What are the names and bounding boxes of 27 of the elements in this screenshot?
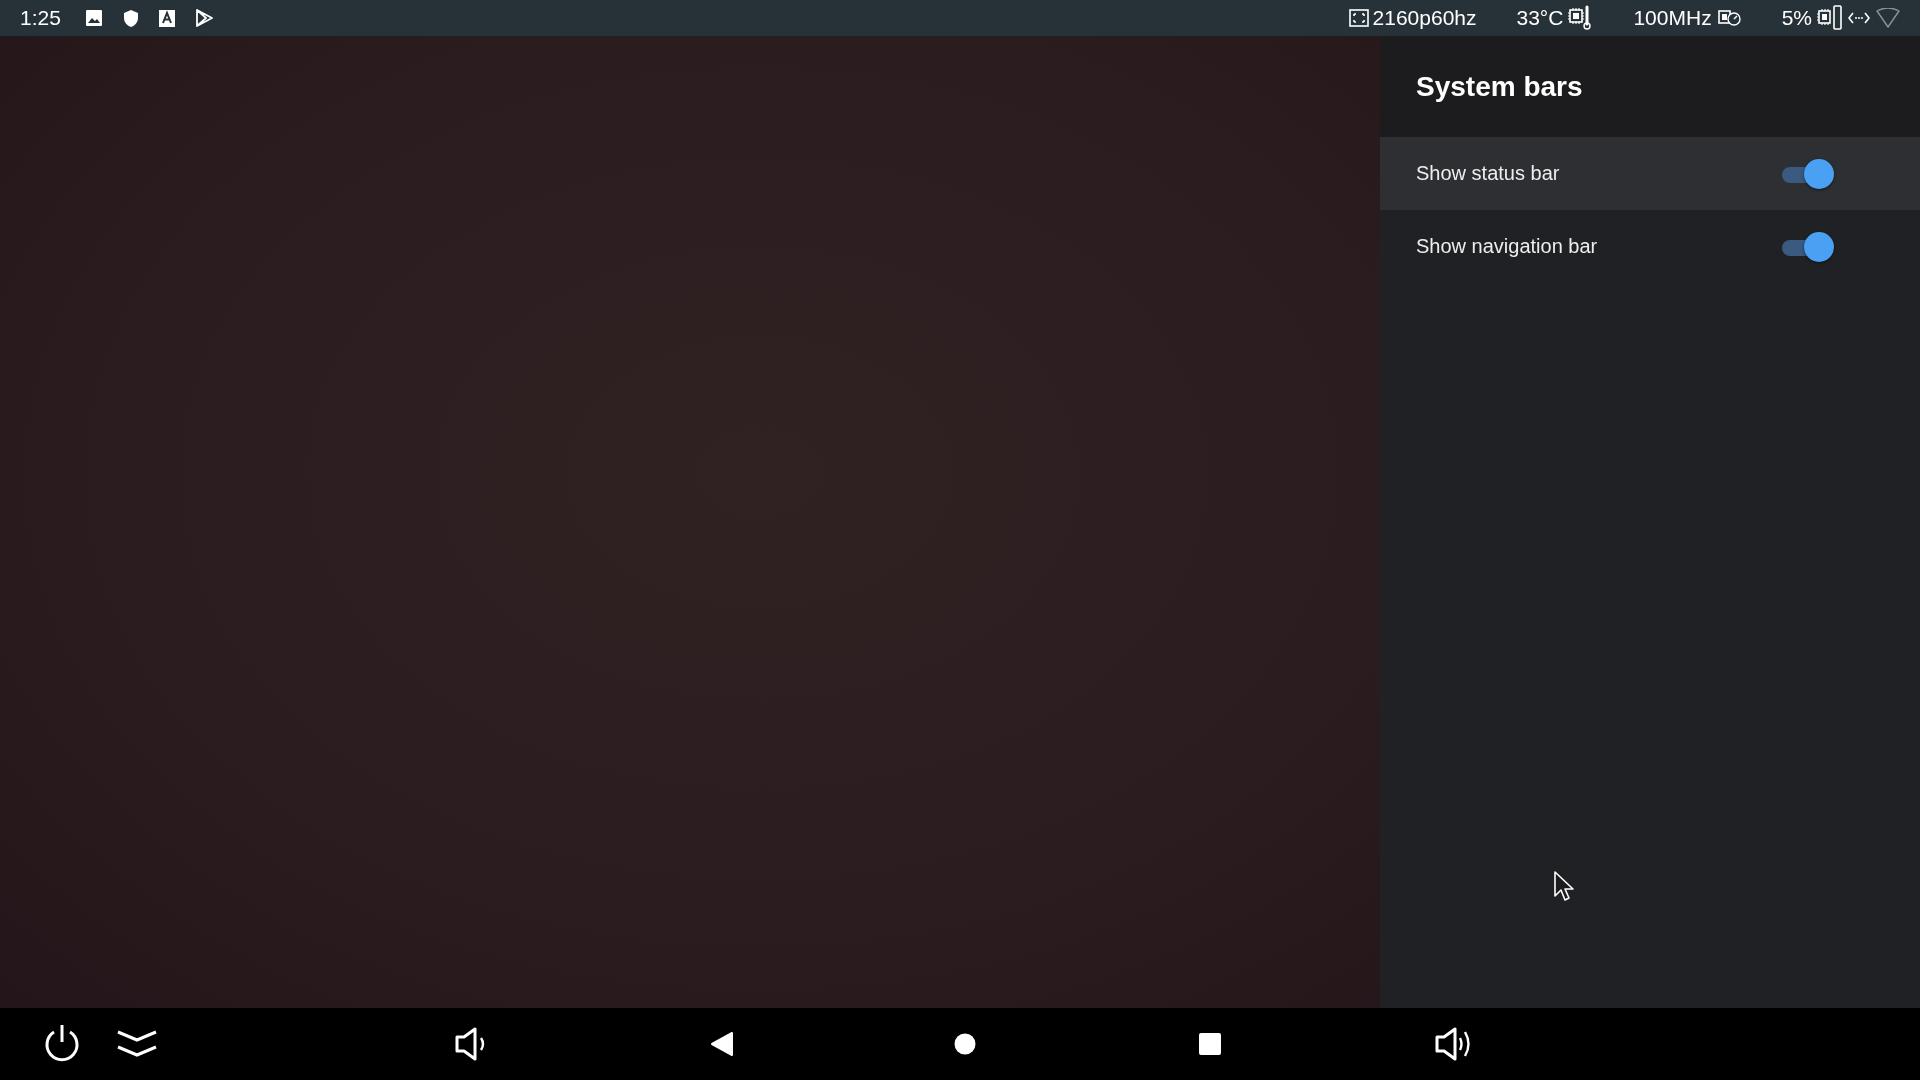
load-reading: 5% — [1781, 6, 1812, 30]
recents-icon[interactable] — [1198, 1032, 1222, 1056]
home-icon[interactable] — [954, 1033, 976, 1055]
setting-row[interactable]: Show status bar — [1380, 137, 1920, 210]
chip-gauge-icon — [1715, 7, 1742, 29]
setting-label: Show status bar — [1416, 162, 1560, 185]
frequency-reading: 100MHz — [1633, 6, 1712, 30]
temperature-reading: 33°C — [1516, 6, 1564, 30]
chip-bar-icon — [1816, 5, 1844, 31]
wifi-icon — [1876, 8, 1900, 28]
panel-title: System bars — [1416, 70, 1583, 103]
shield-icon — [122, 8, 139, 28]
ethernet-arrows-icon — [1848, 11, 1870, 25]
letter-a-icon — [158, 9, 175, 27]
setting-label: Show navigation bar — [1416, 235, 1598, 258]
play-store-icon — [194, 9, 213, 27]
back-icon[interactable] — [710, 1031, 734, 1057]
clock: 1:25 — [20, 6, 61, 30]
chip-thermometer-icon — [1567, 5, 1594, 31]
double-chevron-icon[interactable] — [116, 1029, 158, 1059]
mouse-cursor-icon — [1553, 870, 1575, 902]
toggle-switch[interactable] — [1782, 230, 1834, 263]
image-icon — [84, 9, 103, 27]
setting-row[interactable]: Show navigation bar — [1380, 210, 1920, 283]
toggle-switch[interactable] — [1782, 157, 1834, 190]
resolution-reading: 2160p60hz — [1372, 6, 1477, 30]
screen-resolution-icon — [1348, 9, 1369, 27]
